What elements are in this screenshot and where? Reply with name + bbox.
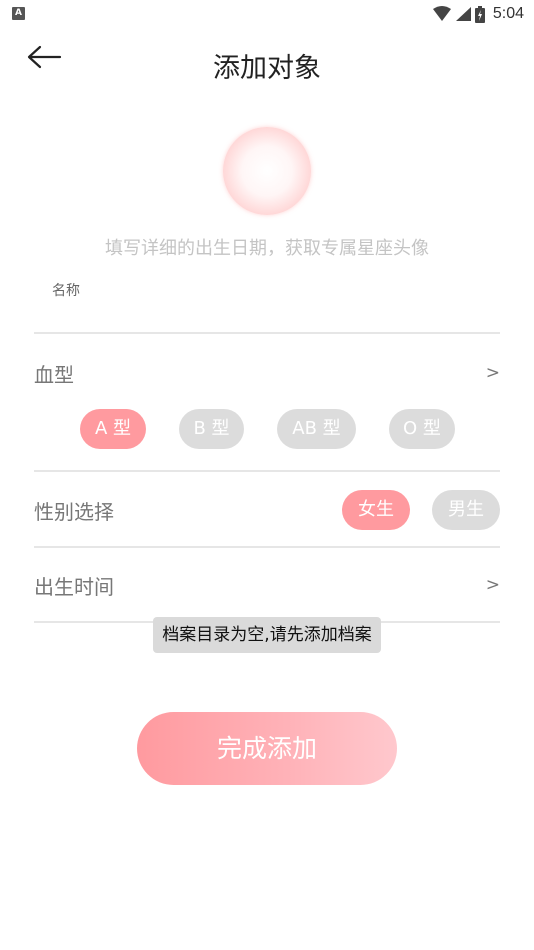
gender-label: 性别选择: [34, 500, 114, 524]
name-label: 名称: [52, 283, 80, 299]
cellular-signal-icon: [455, 7, 471, 21]
toast-message: 档案目录为空,请先添加档案: [153, 617, 381, 653]
divider: [34, 546, 500, 548]
birth-time-label: 出生时间: [34, 575, 114, 599]
page-title: 添加对象: [213, 53, 321, 84]
wifi-icon: [432, 6, 451, 21]
submit-button[interactable]: 完成添加: [137, 712, 397, 785]
blood-type-option-o[interactable]: O 型: [389, 409, 455, 449]
status-time: 5:04: [492, 5, 524, 22]
status-bar: A 5:04: [0, 0, 534, 28]
blood-type-label: 血型: [34, 363, 74, 387]
gender-option-male[interactable]: 男生: [432, 490, 500, 530]
avatar-hint: 填写详细的出生日期，获取专属星座头像: [105, 238, 429, 259]
status-indicators: 5:04: [432, 4, 524, 24]
battery-charging-icon: [474, 5, 485, 23]
name-input[interactable]: [34, 298, 500, 332]
app-notification-icon: A: [12, 7, 25, 20]
blood-type-option-a[interactable]: A 型: [80, 409, 146, 449]
divider: [34, 332, 500, 334]
gender-option-female[interactable]: 女生: [342, 490, 410, 530]
blood-type-arrow-icon: >: [485, 363, 500, 383]
birth-time-arrow-icon: >: [485, 575, 500, 595]
blood-type-option-b[interactable]: B 型: [179, 409, 244, 449]
zodiac-avatar[interactable]: [223, 127, 311, 215]
divider: [34, 470, 500, 472]
blood-type-option-ab[interactable]: AB 型: [277, 409, 356, 449]
